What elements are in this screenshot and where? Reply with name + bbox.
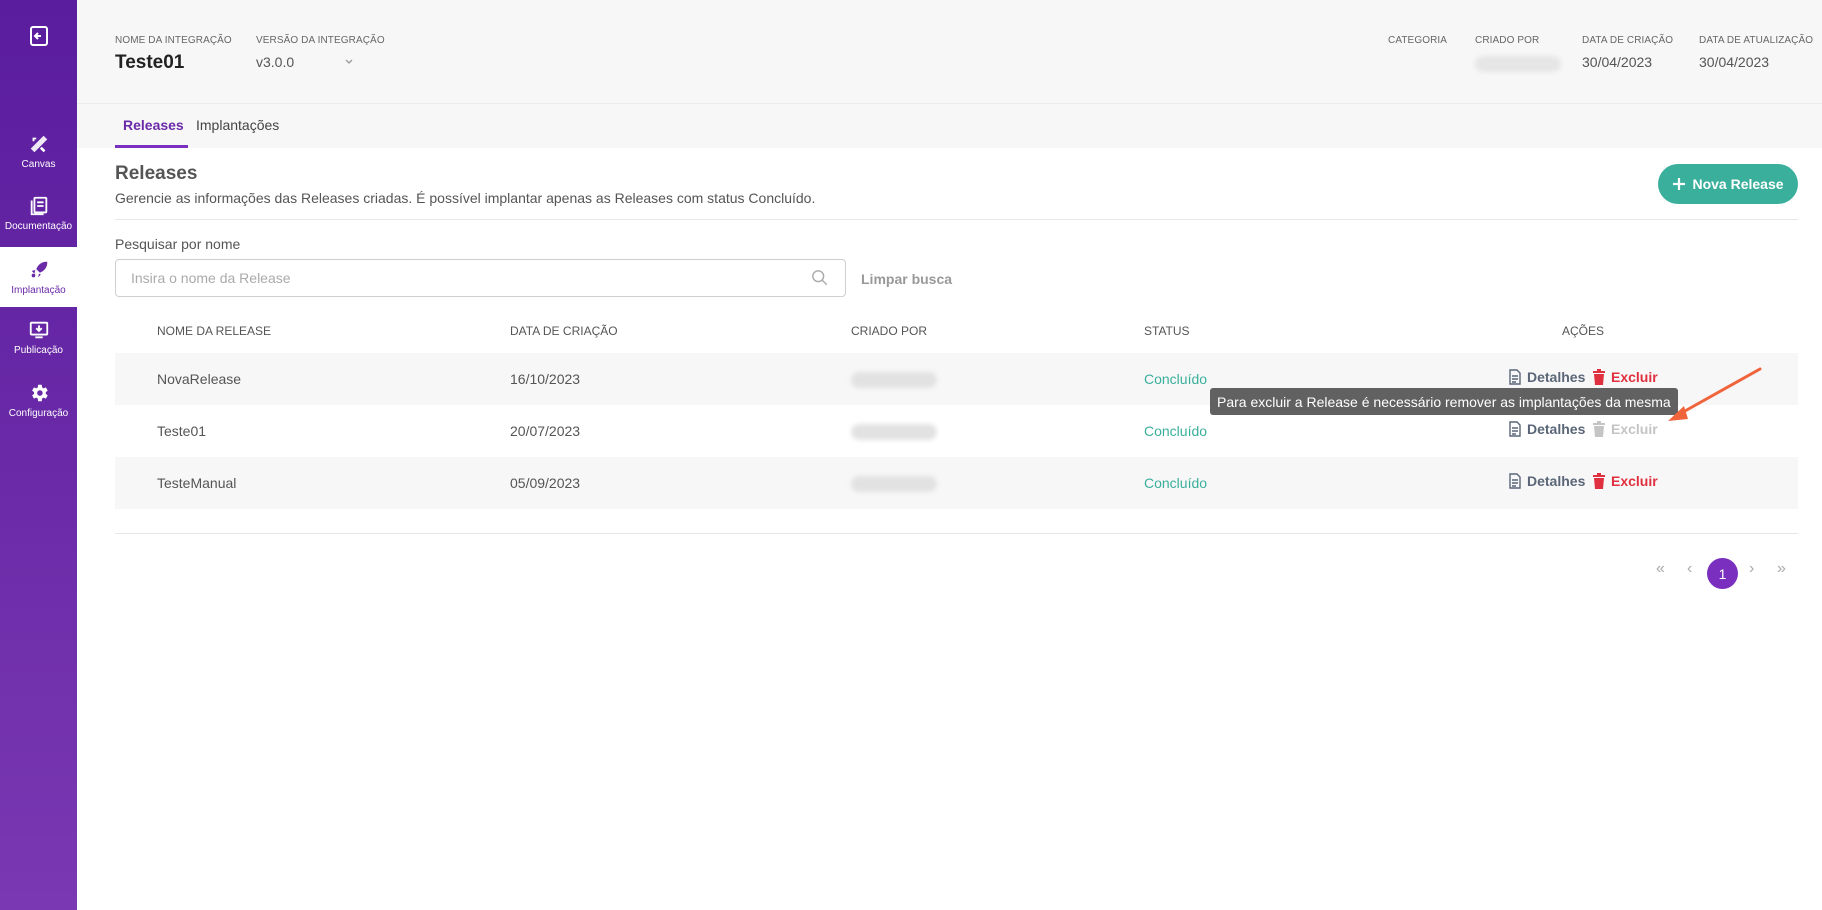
release-name: TesteManual [157, 475, 237, 491]
details-label: Detalhes [1527, 473, 1586, 489]
sidebar-item-label: Configuração [8, 407, 69, 419]
integration-version: VERSÃO DA INTEGRAÇÃO v3.0.0 [256, 35, 385, 70]
release-date: 05/09/2023 [510, 475, 581, 491]
gear-icon [31, 384, 48, 401]
tab-deployments[interactable]: Implantações [196, 117, 279, 133]
table-row: TesteManual 05/09/2023 Concluído Detalhe… [115, 457, 1798, 509]
divider [115, 219, 1798, 220]
updated-date-value: 30/04/2023 [1699, 54, 1770, 70]
sidebar-item-label: Implantação [11, 284, 66, 296]
status-badge: Concluído [1144, 371, 1208, 387]
delete-disabled-tooltip: Para excluir a Release é necessário remo… [1210, 388, 1678, 415]
details-button[interactable]: Detalhes [1508, 473, 1585, 489]
publish-icon [29, 321, 48, 338]
release-date: 16/10/2023 [510, 371, 581, 387]
created-date: DATA DE CRIAÇÃO 30/04/2023 [1582, 35, 1673, 70]
current-page-button[interactable]: 1 [1707, 558, 1738, 589]
sidebar-item-canvas[interactable]: Canvas [0, 121, 77, 181]
sidebar-item-deployment[interactable]: Implantação [0, 247, 77, 307]
integration-name-value: Teste01 [115, 52, 185, 73]
column-header-status: STATUS [1144, 324, 1190, 338]
delete-button[interactable]: Excluir [1592, 473, 1658, 489]
rocket-icon [31, 261, 47, 277]
sidebar-item-publication[interactable]: Publicação [0, 307, 77, 367]
documentation-icon [30, 196, 47, 215]
column-header-actions: AÇÕES [1562, 324, 1605, 338]
status-badge: Concluído [1144, 423, 1208, 439]
clear-search-button[interactable]: Limpar busca [861, 271, 952, 287]
created-by-label: CRIADO POR [1475, 35, 1540, 46]
sidebar-item-label: Canvas [21, 158, 56, 170]
plus-icon [1673, 178, 1686, 190]
column-header-name: NOME DA RELEASE [157, 324, 272, 338]
tab-releases[interactable]: Releases [123, 117, 184, 133]
active-tab-indicator [115, 145, 188, 148]
integration-version-label: VERSÃO DA INTEGRAÇÃO [256, 35, 385, 46]
created-by: CRIADO POR [1475, 35, 1561, 77]
divider [115, 533, 1798, 534]
status-badge: Concluído [1144, 475, 1208, 491]
details-label: Detalhes [1527, 421, 1586, 437]
release-name: NovaRelease [157, 371, 242, 387]
delete-label: Excluir [1611, 473, 1658, 489]
tab-bar: Releases Implantações [77, 104, 1822, 148]
created-by-redacted [851, 476, 937, 492]
sidebar-item-documentation[interactable]: Documentação [0, 183, 77, 243]
sidebar: Canvas Documentação Implantação Publicaç… [0, 0, 77, 910]
annotation-arrow-icon [1668, 367, 1762, 421]
search-label: Pesquisar por nome [115, 236, 241, 252]
page-description: Gerencie as informações das Releases cri… [115, 190, 816, 206]
prev-page-button[interactable]: ‹ [1687, 560, 1692, 578]
delete-label: Excluir [1611, 369, 1658, 385]
chevron-down-icon [345, 59, 353, 64]
next-page-button[interactable]: › [1749, 560, 1754, 578]
page-title: Releases [115, 163, 198, 184]
new-release-label: Nova Release [1692, 176, 1784, 192]
details-label: Detalhes [1527, 369, 1586, 385]
integration-header: NOME DA INTEGRAÇÃO Teste01 VERSÃO DA INT… [77, 0, 1822, 104]
integration-name: NOME DA INTEGRAÇÃO Teste01 [115, 35, 232, 74]
created-by-redacted [851, 424, 937, 440]
trash-icon [1593, 421, 1605, 437]
delete-button[interactable]: Excluir [1592, 369, 1658, 385]
details-button[interactable]: Detalhes [1508, 369, 1585, 385]
new-release-button[interactable]: Nova Release [1658, 164, 1798, 204]
created-date-label: DATA DE CRIAÇÃO [1582, 35, 1674, 46]
version-value: v3.0.0 [256, 54, 295, 70]
search-field [115, 259, 846, 297]
column-header-date: DATA DE CRIAÇÃO [510, 324, 618, 338]
document-icon [1509, 473, 1521, 489]
sidebar-item-label: Documentação [4, 220, 73, 232]
updated-date-label: DATA DE ATUALIZAÇÃO [1699, 35, 1814, 46]
details-button[interactable]: Detalhes [1508, 421, 1585, 437]
sidebar-item-settings[interactable]: Configuração [0, 370, 77, 430]
trash-icon [1593, 473, 1605, 489]
exit-icon[interactable] [27, 24, 51, 48]
canvas-icon [30, 135, 47, 152]
document-icon [1509, 369, 1521, 385]
sidebar-item-label: Publicação [14, 344, 63, 356]
integration-name-label: NOME DA INTEGRAÇÃO [115, 35, 232, 46]
created-by-redacted [1475, 56, 1561, 72]
search-input[interactable] [116, 260, 766, 296]
delete-button-disabled[interactable]: Excluir [1592, 421, 1658, 437]
delete-label: Excluir [1611, 421, 1658, 437]
trash-icon [1593, 369, 1605, 385]
version-select[interactable]: v3.0.0 [256, 54, 385, 70]
first-page-button[interactable]: « [1656, 560, 1665, 578]
release-date: 20/07/2023 [510, 423, 581, 439]
category: CATEGORIA [1388, 35, 1447, 46]
category-label: CATEGORIA [1388, 35, 1448, 46]
release-name: Teste01 [157, 423, 207, 439]
last-page-button[interactable]: » [1777, 560, 1786, 578]
document-icon [1509, 421, 1521, 437]
updated-date: DATA DE ATUALIZAÇÃO 30/04/2023 [1699, 35, 1813, 70]
column-header-created-by: CRIADO POR [851, 324, 928, 338]
created-by-redacted [851, 372, 937, 388]
search-icon[interactable] [811, 269, 829, 287]
created-date-value: 30/04/2023 [1582, 54, 1653, 70]
